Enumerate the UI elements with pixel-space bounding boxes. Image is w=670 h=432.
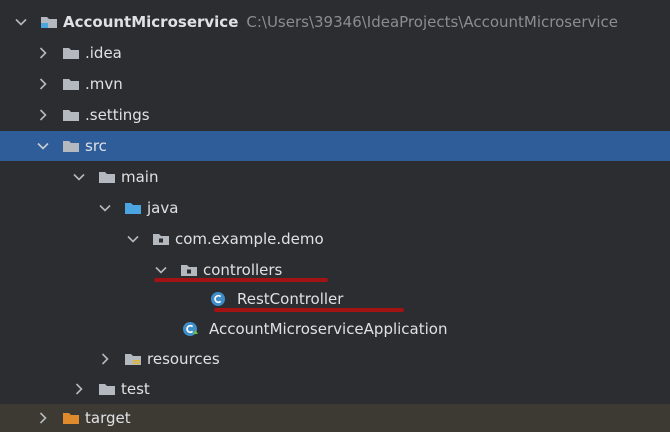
chevron-right-icon[interactable] [98,352,112,366]
tree-row-src[interactable]: src [0,131,670,161]
chevron-right-icon[interactable] [36,411,50,425]
chevron-down-icon[interactable] [14,15,28,29]
folder-icon [98,169,116,185]
tree-item-label: java [147,199,179,217]
annotation-underline-rest-controller [214,308,404,312]
tree-item-label: resources [147,350,220,368]
chevron-right-icon[interactable] [36,46,50,60]
chevron-right-icon[interactable] [72,382,86,396]
spring-boot-class-icon [182,321,200,337]
tree-item-label: test [121,380,150,398]
tree-row-resources[interactable]: resources [0,344,670,374]
annotation-underline-controllers [154,278,328,282]
folder-icon [98,381,116,397]
module-folder-icon [40,14,58,30]
project-path: C:\Users\39346\IdeaProjects\AccountMicro… [246,13,619,31]
tree-item-label: src [85,137,107,155]
tree-item-label: .settings [85,106,150,124]
tree-row-test[interactable]: test [0,374,670,404]
tree-row-package[interactable]: com.example.demo [0,224,670,254]
tree-row-settings[interactable]: .settings [0,100,670,130]
tree-item-label: RestController [237,290,344,308]
package-icon [152,231,170,247]
tree-row-controllers[interactable]: controllers [0,255,670,285]
tree-row-java[interactable]: java [0,193,670,223]
tree-row-mvn[interactable]: .mvn [0,69,670,99]
folder-icon [62,76,80,92]
tree-row-application[interactable]: AccountMicroserviceApplication [0,314,670,344]
chevron-down-icon[interactable] [72,170,86,184]
tree-row-main[interactable]: main [0,162,670,192]
project-name: AccountMicroservice [63,13,239,31]
tree-row-project-root[interactable]: AccountMicroservice C:\Users\39346\IdeaP… [0,7,670,37]
tree-item-label: target [85,409,131,427]
chevron-down-icon[interactable] [126,232,140,246]
excluded-folder-icon [62,410,80,426]
folder-icon [62,45,80,61]
chevron-right-icon[interactable] [36,108,50,122]
chevron-right-icon[interactable] [36,77,50,91]
chevron-down-icon[interactable] [154,263,168,277]
folder-icon [62,138,80,154]
tree-item-label: com.example.demo [175,230,324,248]
chevron-down-icon[interactable] [36,139,50,153]
package-icon [180,262,198,278]
folder-icon [62,107,80,123]
project-tree: AccountMicroservice C:\Users\39346\IdeaP… [0,0,670,432]
tree-row-target[interactable]: target [0,404,670,432]
tree-item-label: AccountMicroserviceApplication [209,320,448,338]
chevron-down-icon[interactable] [98,201,112,215]
tree-item-label: controllers [203,261,283,279]
tree-item-label: main [121,168,159,186]
source-folder-icon [124,200,142,216]
resources-folder-icon [124,351,142,367]
tree-item-label: .mvn [85,75,123,93]
tree-row-idea[interactable]: .idea [0,38,670,68]
tree-item-label: .idea [85,44,122,62]
java-class-icon [210,291,228,307]
